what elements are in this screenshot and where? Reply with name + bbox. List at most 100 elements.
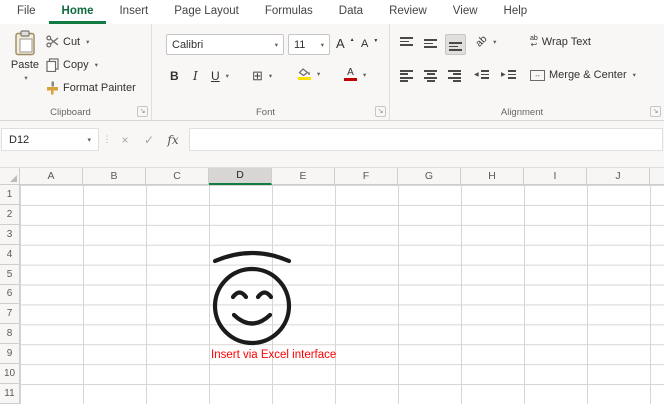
letter-a-glyph: A	[336, 37, 345, 50]
clipboard-group: Paste ▾ Cut ▾ Copy ▾	[0, 24, 152, 120]
tab-view[interactable]: View	[440, 0, 491, 24]
column-header-c[interactable]: C	[146, 168, 209, 185]
bold-glyph: B	[170, 69, 179, 83]
row-header-10[interactable]: 10	[0, 364, 20, 384]
right-eye	[258, 293, 271, 298]
merge-center-label: Merge & Center	[549, 69, 627, 81]
row-headers: 1234567891011	[0, 185, 20, 404]
font-dialog-launcher[interactable]: ↘	[375, 106, 386, 117]
merge-and-center-button[interactable]: ↔ Merge & Center ▾	[530, 69, 636, 81]
decrease-font-size-button[interactable]: A▼	[361, 38, 378, 51]
column-header-f[interactable]: F	[335, 168, 398, 185]
format-painter-button[interactable]: Format Painter	[46, 81, 136, 95]
column-header-h[interactable]: H	[461, 168, 524, 185]
font-group: Calibri ▾ 11 ▾ A▲ A▼ B I U ▾	[152, 24, 390, 120]
cell-annotation: Insert via Excel interface	[211, 349, 336, 361]
down-arrow-icon: ▼	[373, 38, 378, 44]
row-header-1[interactable]: 1	[0, 185, 20, 205]
column-header-i[interactable]: I	[524, 168, 587, 185]
copy-label: Copy	[63, 59, 89, 71]
font-color-button[interactable]: A ▾	[344, 68, 366, 81]
align-right-button[interactable]	[448, 70, 461, 82]
name-box-caret-icon: ▾	[87, 136, 91, 144]
bottom-align-button[interactable]	[445, 34, 466, 55]
column-header-d[interactable]: D	[209, 168, 272, 185]
clipboard-dialog-launcher[interactable]: ↘	[137, 106, 148, 117]
formula-input[interactable]	[189, 128, 663, 151]
row-header-5[interactable]: 5	[0, 265, 20, 285]
wrap-text-button[interactable]: ab ↩ Wrap Text	[530, 35, 591, 49]
paste-clipboard-icon	[14, 30, 36, 56]
middle-align-button[interactable]	[424, 37, 437, 50]
increase-indent-button[interactable]: ▶	[501, 70, 516, 79]
row-header-11[interactable]: 11	[0, 384, 20, 404]
underline-button[interactable]: U ▾	[211, 69, 229, 83]
italic-button[interactable]: I	[193, 69, 198, 83]
letter-a-glyph: A	[347, 68, 354, 77]
top-align-button[interactable]	[400, 37, 413, 50]
face-circle	[215, 269, 289, 343]
paste-button[interactable]: Paste ▾	[6, 30, 44, 100]
scissors-icon	[46, 35, 59, 48]
name-box-value: D12	[9, 134, 87, 146]
orientation-icon: ab	[474, 34, 490, 50]
tab-help[interactable]: Help	[491, 0, 541, 24]
cut-button[interactable]: Cut ▾	[46, 35, 89, 48]
tab-formulas[interactable]: Formulas	[252, 0, 326, 24]
row-header-6[interactable]: 6	[0, 285, 20, 305]
column-header-a[interactable]: A	[20, 168, 83, 185]
column-header-g[interactable]: G	[398, 168, 461, 185]
row-header-8[interactable]: 8	[0, 324, 20, 344]
tab-review[interactable]: Review	[376, 0, 440, 24]
row-header-4[interactable]: 4	[0, 245, 20, 265]
left-eye	[233, 293, 246, 298]
up-arrow-icon: ▲	[350, 37, 355, 43]
left-arrow-glyph: ◀	[474, 71, 479, 78]
font-size-caret-icon: ▾	[321, 41, 324, 49]
insert-function-button[interactable]: fx	[161, 133, 185, 147]
enter-button[interactable]: ✓	[137, 133, 161, 147]
fill-color-button[interactable]: ▾	[298, 68, 320, 80]
tab-insert[interactable]: Insert	[106, 0, 161, 24]
select-all-button[interactable]	[0, 168, 20, 185]
clipboard-group-label: Clipboard	[0, 107, 141, 118]
tab-data[interactable]: Data	[326, 0, 376, 24]
row-header-9[interactable]: 9	[0, 344, 20, 364]
fill-color-caret-icon: ▾	[317, 70, 320, 78]
align-left-button[interactable]	[400, 70, 413, 82]
smiley-face-drawing[interactable]	[208, 246, 296, 346]
column-header-j[interactable]: J	[587, 168, 650, 185]
wrap-text-icon: ab ↩	[530, 35, 538, 49]
row-header-2[interactable]: 2	[0, 205, 20, 225]
decrease-indent-button[interactable]: ◀	[474, 70, 489, 79]
borders-grid-icon: ⊞	[252, 69, 263, 82]
font-size-combobox[interactable]: 11 ▾	[288, 34, 330, 55]
merge-center-icon: ↔	[530, 70, 545, 81]
tab-page-layout[interactable]: Page Layout	[161, 0, 252, 24]
font-name-caret-icon: ▾	[275, 41, 278, 49]
top-align-icon	[400, 37, 413, 50]
font-name-combobox[interactable]: Calibri ▾	[166, 34, 284, 55]
orientation-button[interactable]: ab ▾	[476, 36, 496, 47]
cut-label: Cut	[63, 36, 80, 48]
halo-arc	[215, 253, 289, 261]
row-header-7[interactable]: 7	[0, 304, 20, 324]
cells-area[interactable]: Insert via Excel interface	[20, 185, 664, 404]
bold-button[interactable]: B	[170, 69, 179, 83]
align-center-button[interactable]	[424, 70, 437, 82]
column-header-e[interactable]: E	[272, 168, 335, 185]
borders-button[interactable]: ⊞ ▾	[252, 69, 272, 82]
column-header-filler	[650, 168, 664, 185]
alignment-dialog-launcher[interactable]: ↘	[650, 106, 661, 117]
column-headers: ABCDEFGHIJ	[0, 167, 664, 185]
tab-file[interactable]: File	[4, 0, 49, 24]
copy-button[interactable]: Copy ▾	[46, 58, 98, 72]
name-box[interactable]: D12 ▾	[1, 128, 99, 151]
increase-font-size-button[interactable]: A▲	[336, 37, 355, 50]
bottom-align-icon	[449, 38, 462, 51]
middle-align-icon	[424, 37, 437, 50]
cancel-button[interactable]: ×	[113, 133, 137, 147]
tab-home[interactable]: Home	[49, 0, 107, 24]
row-header-3[interactable]: 3	[0, 225, 20, 245]
column-header-b[interactable]: B	[83, 168, 146, 185]
